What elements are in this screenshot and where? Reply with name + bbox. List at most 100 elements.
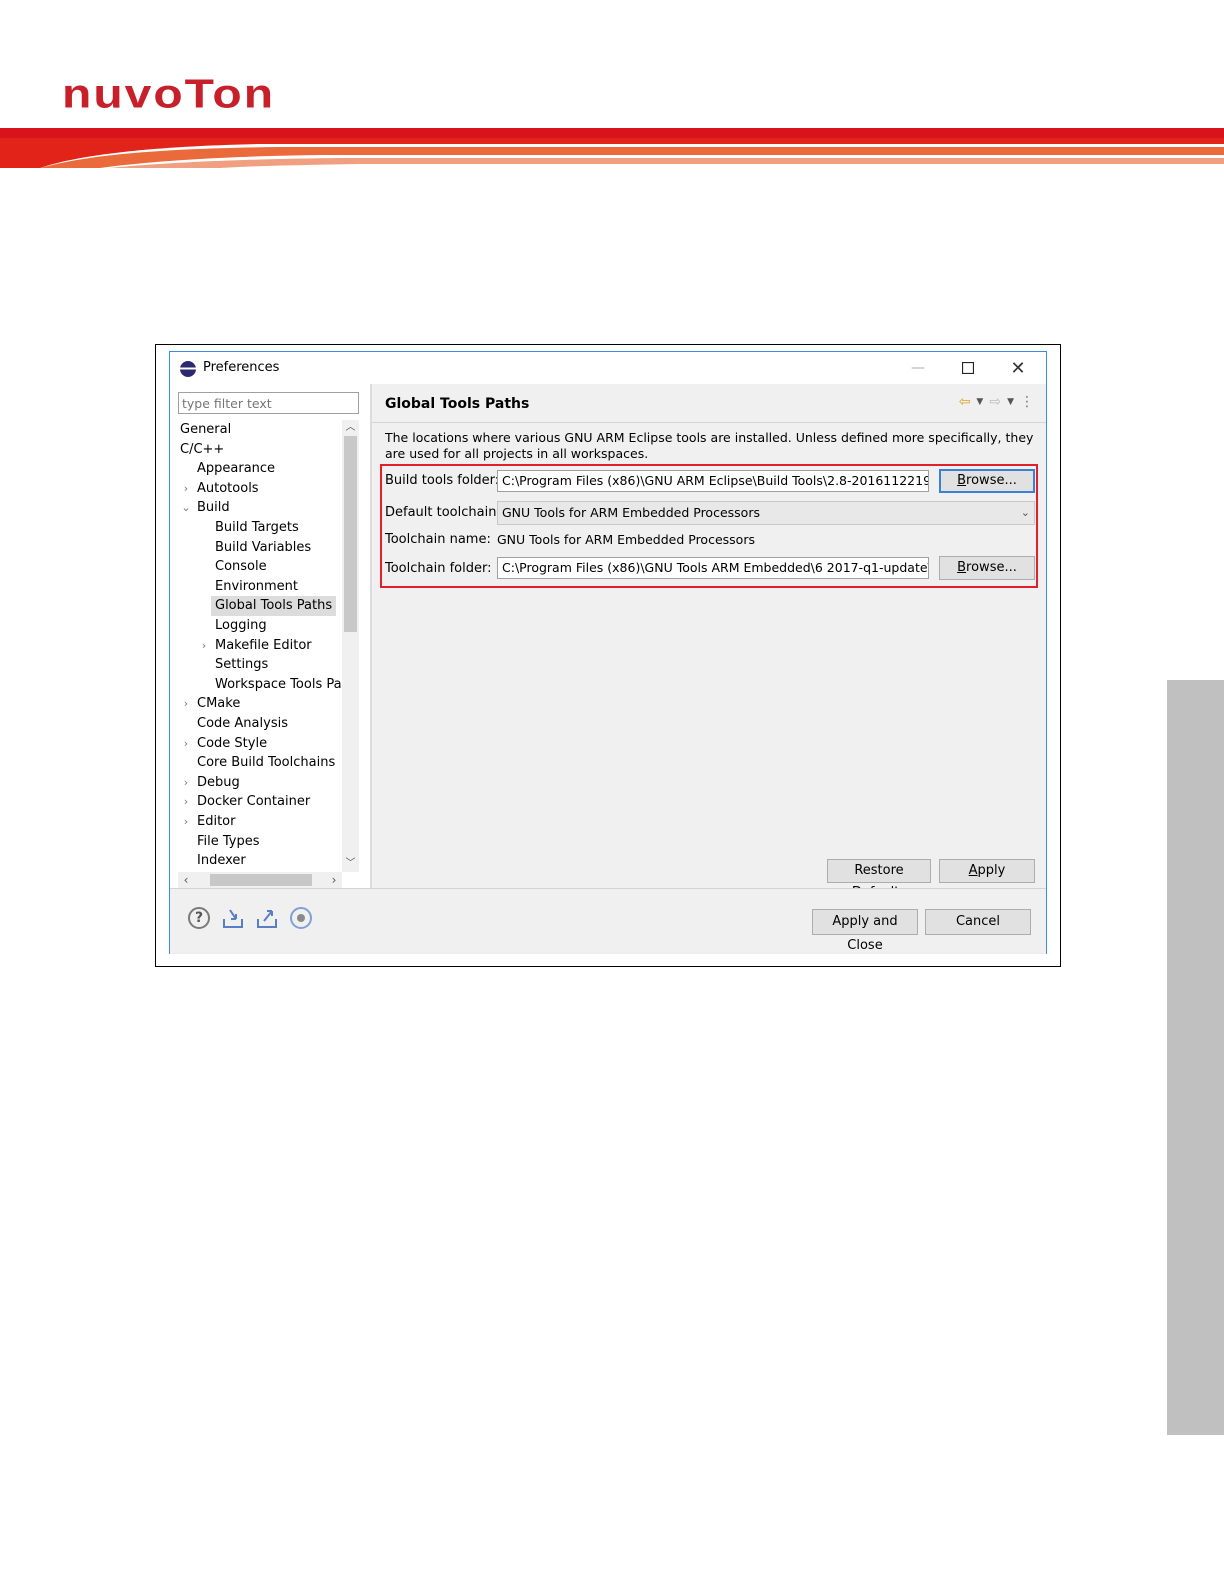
tree-item[interactable]: › Makefile Editor bbox=[202, 636, 312, 656]
scroll-up-icon[interactable]: ︿ bbox=[342, 420, 359, 436]
close-icon[interactable]: ✕ bbox=[998, 356, 1038, 380]
tree-item[interactable]: › Autotools bbox=[184, 479, 259, 499]
tree-item-label: Docker Container bbox=[197, 794, 311, 810]
browse-label: rowse... bbox=[966, 560, 1017, 575]
toolchain-folder-field[interactable]: C:\Program Files (x86)\GNU Tools ARM Emb… bbox=[497, 557, 929, 579]
tree-item-label: Environment bbox=[215, 578, 299, 594]
toolchain-folder-label: Toolchain folder: bbox=[385, 561, 492, 576]
scroll-down-icon[interactable]: ﹀ bbox=[342, 856, 359, 872]
tree-item[interactable]: Global Tools Paths bbox=[211, 596, 337, 617]
tree-item-label: Settings bbox=[215, 657, 269, 673]
import-icon[interactable] bbox=[222, 907, 244, 929]
tree-item[interactable]: Settings bbox=[215, 655, 268, 675]
tree-item[interactable]: › CMake bbox=[184, 694, 241, 714]
build-tools-label: Build tools folder: bbox=[385, 473, 500, 488]
export-icon[interactable] bbox=[256, 907, 278, 929]
eclipse-icon bbox=[180, 361, 196, 377]
tree-item-label: Logging bbox=[215, 618, 267, 633]
tree-horizontal-scrollbar[interactable]: ‹ › bbox=[178, 872, 342, 888]
hscroll-thumb[interactable] bbox=[210, 874, 312, 886]
scroll-thumb[interactable] bbox=[344, 436, 357, 632]
maximize-icon[interactable] bbox=[948, 356, 988, 380]
scroll-left-icon[interactable]: ‹ bbox=[178, 872, 194, 888]
nav-toolbar: ⇦ ▼ ⇨ ▼ ⋮ bbox=[959, 394, 1034, 410]
restore-defaults-button[interactable]: Restore Defaults bbox=[827, 859, 931, 900]
apply-button[interactable]: Apply bbox=[939, 859, 1035, 883]
browse-build-tools-button[interactable]: Browse... bbox=[939, 469, 1035, 493]
collapsed-chevron-icon[interactable]: › bbox=[197, 636, 211, 656]
collapsed-chevron-icon[interactable]: › bbox=[179, 734, 193, 754]
browse-toolchain-folder-button[interactable]: Browse... bbox=[939, 556, 1035, 580]
nuvoton-logo: nuvoTon bbox=[62, 71, 347, 120]
tree-item-label: Autotools bbox=[197, 480, 259, 496]
apply-and-close-button[interactable]: Apply and Close bbox=[812, 909, 918, 953]
tree-item[interactable]: Build Targets bbox=[215, 518, 299, 538]
logo-text: nuvoTon bbox=[62, 71, 276, 117]
tree-item-label: General bbox=[180, 422, 232, 437]
collapsed-chevron-icon[interactable]: › bbox=[179, 694, 193, 714]
tree-item-label: Code Style bbox=[197, 735, 268, 751]
default-toolchain-select[interactable]: GNU Tools for ARM Embedded Processors ⌄ bbox=[497, 501, 1035, 525]
tree-item[interactable]: › Code Style bbox=[184, 734, 268, 754]
filter-input[interactable] bbox=[178, 392, 359, 414]
tree-item-label: C/C++ bbox=[180, 441, 225, 457]
tree-item[interactable]: › Editor bbox=[184, 812, 236, 832]
tree-item[interactable]: Appearance bbox=[197, 459, 275, 479]
tree-item[interactable]: File Types bbox=[197, 832, 260, 852]
tree-item[interactable]: Console bbox=[215, 557, 267, 577]
tree-item-label: Makefile Editor bbox=[215, 637, 312, 653]
header-stripe bbox=[0, 128, 1224, 168]
tree-item[interactable]: Logging bbox=[215, 616, 267, 636]
tree-item-label: Code Analysis bbox=[197, 716, 288, 731]
tree-item[interactable]: Build Variables bbox=[215, 538, 311, 558]
tree-item[interactable]: Environment bbox=[215, 577, 298, 597]
forward-arrow-icon[interactable]: ⇨ bbox=[989, 394, 1001, 410]
tree-item[interactable]: Code Analysis bbox=[197, 714, 288, 734]
collapsed-chevron-icon[interactable]: › bbox=[179, 812, 193, 832]
tree-item[interactable]: ⌄ Build bbox=[181, 498, 229, 518]
title-bar: Preferences — ✕ bbox=[170, 352, 1046, 384]
tree-item[interactable]: Indexer bbox=[197, 851, 246, 871]
back-arrow-icon[interactable]: ⇦ bbox=[959, 394, 971, 410]
right-pane: Global Tools Paths ⇦ ▼ ⇨ ▼ ⋮ The locatio… bbox=[372, 384, 1046, 900]
tree-item[interactable]: Core Build Toolchains bbox=[197, 753, 335, 773]
tree-item[interactable]: Workspace Tools Path bbox=[215, 675, 342, 695]
tree-item[interactable]: › Debug bbox=[184, 773, 240, 793]
browse-mnemonic: B bbox=[957, 560, 967, 575]
tree-item-label: File Types bbox=[197, 833, 260, 849]
window-title: Preferences bbox=[203, 360, 280, 375]
chevron-down-icon: ⌄ bbox=[1020, 506, 1030, 519]
page-title: Global Tools Paths bbox=[385, 396, 530, 412]
page-description: The locations where various GNU ARM Ecli… bbox=[385, 430, 1034, 461]
tree-item[interactable]: › Docker Container bbox=[184, 792, 311, 812]
apply-mnemonic: A bbox=[968, 863, 978, 878]
build-tools-field[interactable]: C:\Program Files (x86)\GNU ARM Eclipse\B… bbox=[497, 470, 929, 492]
tree-item-label: Core Build Toolchains bbox=[197, 755, 336, 771]
help-icon[interactable]: ? bbox=[188, 907, 210, 929]
minimize-icon[interactable]: — bbox=[898, 356, 938, 380]
preference-tree: General C/C++ Appearance › Autotools ⌄ Build Bu… bbox=[170, 420, 342, 872]
screenshot-frame: Preferences — ✕ GeneralC/C++Appearance›A… bbox=[155, 344, 1061, 967]
tree-item-label: Appearance bbox=[197, 461, 276, 477]
default-toolchain-value: GNU Tools for ARM Embedded Processors bbox=[502, 505, 760, 520]
expanded-chevron-icon[interactable]: ⌄ bbox=[179, 498, 193, 518]
toolchain-name-label: Toolchain name: bbox=[385, 532, 491, 547]
restore-label-a: Restore bbox=[854, 863, 904, 878]
dialog-footer: ? Apply and Close Cancel bbox=[170, 888, 1046, 954]
tree-item[interactable]: C/C++ bbox=[180, 440, 224, 460]
browse-label: rowse... bbox=[966, 473, 1017, 488]
toolchain-name-value: GNU Tools for ARM Embedded Processors bbox=[497, 532, 755, 547]
tree-item-label: Console bbox=[215, 559, 267, 575]
scroll-right-icon[interactable]: › bbox=[326, 872, 342, 888]
collapsed-chevron-icon[interactable]: › bbox=[179, 792, 193, 812]
back-dropdown-icon[interactable]: ▼ bbox=[976, 397, 983, 407]
tree-item[interactable]: General bbox=[180, 420, 231, 440]
view-menu-icon[interactable]: ⋮ bbox=[1020, 394, 1034, 410]
collapsed-chevron-icon[interactable]: › bbox=[179, 479, 193, 499]
default-toolchain-label: Default toolchain: bbox=[385, 505, 501, 520]
cancel-button[interactable]: Cancel bbox=[925, 909, 1031, 935]
tree-vertical-scrollbar[interactable]: ︿ ﹀ bbox=[342, 420, 359, 872]
collapsed-chevron-icon[interactable]: › bbox=[179, 773, 193, 793]
record-icon[interactable] bbox=[290, 907, 312, 929]
forward-dropdown-icon[interactable]: ▼ bbox=[1007, 397, 1014, 407]
